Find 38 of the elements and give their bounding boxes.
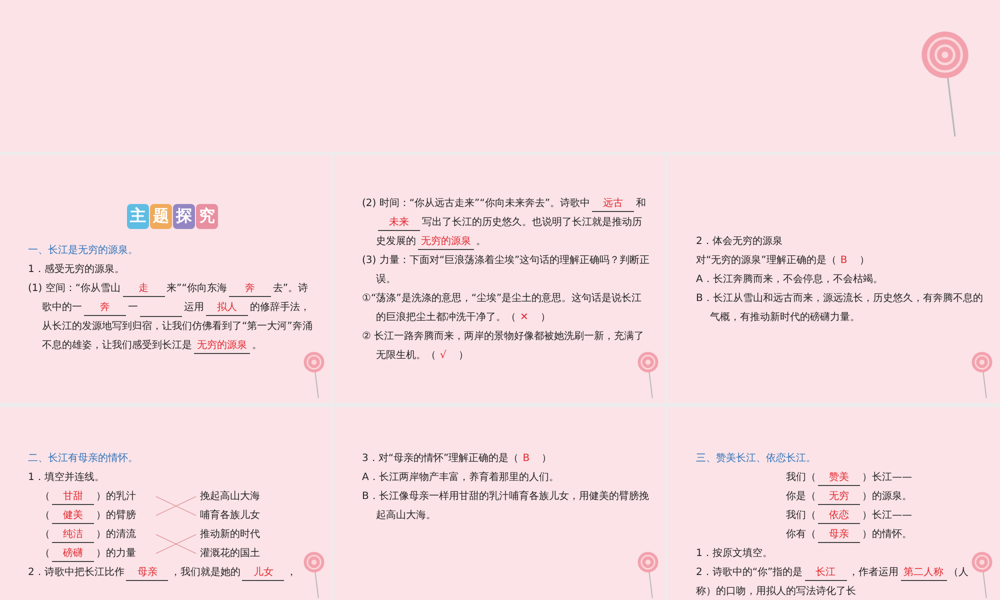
question-text: B．长江像母亲一样用甘甜的乳汁哺育各族儿女，用健美的臂膀挽起高山大海。: [362, 490, 650, 523]
section-heading: 一、长江是无穷的源泉。: [28, 244, 139, 258]
question-text: (2) 时间：“你从远古走来”“你向未来奔去”。诗歌中 远古 和 未来 写出了长江的历史悠久。也说明了长江就是推动历史发展的 无穷的源泉 。: [362, 194, 651, 250]
question-text: 你有（ 母亲 ）的情怀。: [696, 525, 985, 544]
section-heading: 二、长江有母亲的情怀。: [28, 452, 139, 466]
lollipop-icon: [637, 351, 659, 399]
lollipop-icon: [971, 351, 993, 399]
section-heading: 三、赞美长江、依恋长江。: [696, 452, 817, 466]
title-tile: 探: [173, 204, 195, 228]
question-text: 对“无穷的源泉”理解正确的是（ B ）: [696, 254, 870, 268]
question-text: 3．对“母亲的情怀”理解正确的是（ B ）: [362, 452, 553, 466]
question-text: A．长江奔腾而来，不会停息，不会枯竭。: [696, 272, 884, 286]
matching-option: 哺育各族儿女: [160, 506, 270, 525]
matching-option: 推动新的时代: [160, 525, 270, 544]
question-text: (3) 力量：下面对“巨浪荡涤着尘埃”这句话的理解正确吗？判断正误。: [362, 254, 651, 286]
question-text: 2．诗歌中的“你”指的是 长江 ，作者运用 第二人称 （人称）的口吻，用拟人的写法诗化了长: [696, 565, 970, 599]
lollipop-icon: [303, 351, 325, 399]
matching-item: （ 磅礴 ）的力量: [40, 544, 160, 563]
question-text: 我们（ 赞美 ）长江——: [696, 468, 985, 487]
question-text: ①“荡涤”是洗涤的意思，“尘埃”是尘土的意思。这句话是说长江的巨浪把尘土都冲洗干净了。（ ✕ ）: [362, 292, 643, 324]
title-tile: 主: [127, 204, 149, 228]
matching-item: （ 健美 ）的臂膀: [40, 506, 160, 525]
matching-option: 灌溉花的国土: [160, 544, 270, 563]
question-text: A．长江两岸物产丰富，养育着那里的人们。: [362, 470, 560, 485]
question-text: 我们（ 依恋 ）长江——: [696, 506, 985, 525]
matching-item: （ 纯洁 ）的清流: [40, 525, 160, 544]
question-text: ② 长江一路奔腾而来，两岸的景物好像都被她洗刷一新，充满了无限生机。（ √ ）: [362, 330, 646, 362]
question-text: 2．体会无穷的源泉: [696, 234, 784, 248]
matching-item: （ 甘甜 ）的乳汁: [40, 487, 160, 506]
question-text: 1．填空并连线。: [28, 470, 106, 485]
question-text: (1) 空间：“你从雪山 走 来”“你向东海 奔 去”。诗歌中的一 奔 一 运用 拟人 的修辞手法，从长江的发源地写到归宿，让我们仿佛看到了“第一大河”奔涌不息的雄姿，让我们感受到长江是 无穷的源泉 。: [28, 278, 317, 354]
title-tile: 题: [150, 204, 172, 228]
matching-option: 挽起高山大海: [160, 487, 270, 506]
question-text: B．长江从雪山和远古而来，源远流长，历史悠久，有奔腾不息的气概，有推动新时代的磅礴力量。: [696, 292, 984, 324]
question-text: 1．感受无穷的源泉。: [28, 262, 126, 276]
question-text: 你是（ 无穷 ）的源泉。: [696, 487, 985, 506]
title-tile: 究: [196, 204, 218, 228]
question-text: 1．按原文填空。: [696, 546, 774, 561]
